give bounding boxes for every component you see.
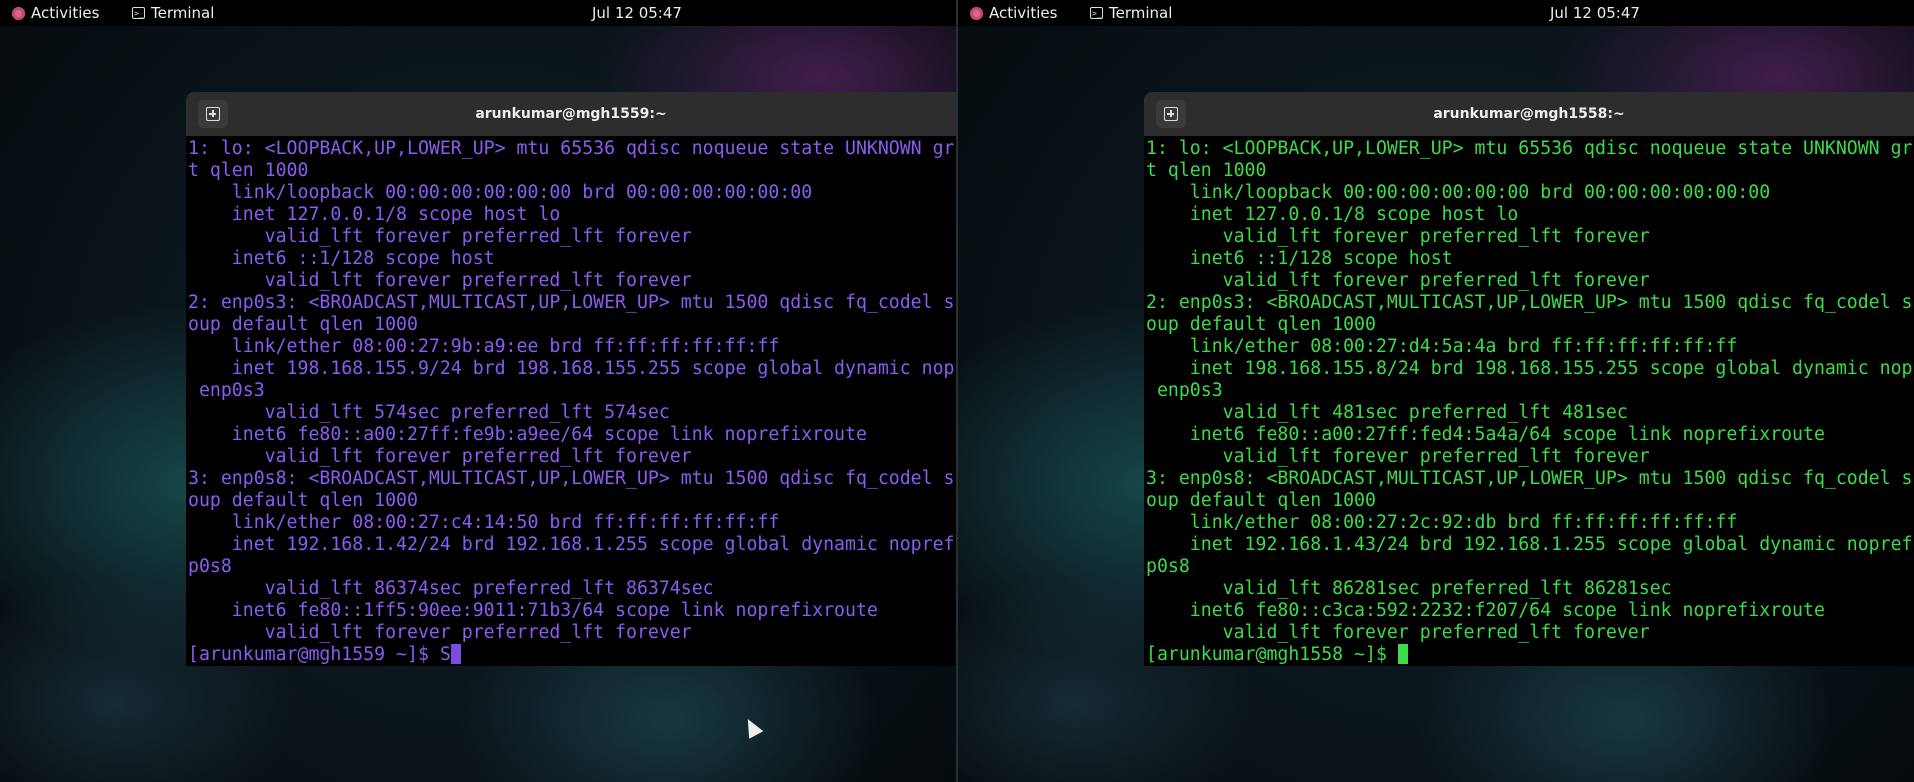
terminal-line: 2: enp0s3: <BROADCAST,MULTICAST,UP,LOWER…	[188, 292, 955, 313]
activities-button[interactable]: Activities	[970, 0, 1057, 26]
desktop-left: Activities >_ Terminal Jul 12 05:47 arun…	[0, 0, 956, 782]
terminal-line: inet 198.168.155.8/24 brd 198.168.155.25…	[1146, 358, 1913, 379]
app-menu-terminal[interactable]: >_ Terminal	[132, 0, 214, 26]
gnome-logo-icon	[12, 6, 25, 20]
activities-button[interactable]: Activities	[12, 0, 99, 26]
terminal-line: valid_lft 574sec preferred_lft 574sec	[188, 402, 670, 423]
terminal-line: link/ether 08:00:27:2c:92:db brd ff:ff:f…	[1146, 512, 1738, 533]
terminal-titlebar[interactable]: arunkumar@mgh1558:~	[1144, 92, 1914, 136]
terminal-line: inet 192.168.1.42/24 brd 192.168.1.255 s…	[188, 534, 955, 555]
terminal-icon: >_	[132, 7, 145, 19]
app-menu-terminal[interactable]: >_ Terminal	[1090, 0, 1172, 26]
terminal-line: link/ether 08:00:27:9b:a9:ee brd ff:ff:f…	[188, 336, 780, 357]
terminal-line: 3: enp0s8: <BROADCAST,MULTICAST,UP,LOWER…	[1146, 468, 1913, 489]
shell-prompt[interactable]: [arunkumar@mgh1558 ~]$	[1146, 644, 1914, 666]
terminal-line: 1: lo: <LOOPBACK,UP,LOWER_UP> mtu 65536 …	[188, 138, 955, 159]
terminal-line: valid_lft forever preferred_lft forever	[1146, 226, 1650, 247]
terminal-line: link/ether 08:00:27:c4:14:50 brd ff:ff:f…	[188, 512, 780, 533]
terminal-line: p0s8	[188, 556, 232, 577]
mouse-pointer-icon	[740, 715, 764, 739]
terminal-line: oup default qlen 1000	[188, 490, 418, 511]
terminal-line: enp0s3	[1146, 380, 1223, 401]
terminal-window-right[interactable]: arunkumar@mgh1558:~ 1: lo: <LOOPBACK,UP,…	[1144, 92, 1914, 666]
terminal-line: valid_lft forever preferred_lft forever	[188, 446, 692, 467]
top-bar-right: Activities >_ Terminal Jul 12 05:47	[958, 0, 1914, 26]
terminal-line: valid_lft 481sec preferred_lft 481sec	[1146, 402, 1628, 423]
terminal-line: oup default qlen 1000	[188, 314, 418, 335]
terminal-line: valid_lft forever preferred_lft forever	[188, 622, 692, 643]
terminal-output[interactable]: 1: lo: <LOOPBACK,UP,LOWER_UP> mtu 65536 …	[1146, 138, 1914, 666]
text-cursor	[450, 644, 461, 664]
terminal-line: t qlen 1000	[1146, 160, 1267, 181]
terminal-line: inet6 fe80::1ff5:90ee:9011:71b3/64 scope…	[188, 600, 878, 621]
terminal-window-left[interactable]: arunkumar@mgh1559:~ 1: lo: <LOOPBACK,UP,…	[186, 92, 956, 666]
shell-prompt[interactable]: [arunkumar@mgh1559 ~]$ S	[188, 644, 956, 666]
terminal-line: inet6 fe80::a00:27ff:fed4:5a4a/64 scope …	[1146, 424, 1825, 445]
terminal-line: p0s8	[1146, 556, 1190, 577]
terminal-line: 3: enp0s8: <BROADCAST,MULTICAST,UP,LOWER…	[188, 468, 955, 489]
terminal-line: valid_lft forever preferred_lft forever	[188, 270, 692, 291]
app-menu-label: Terminal	[1109, 4, 1173, 22]
terminal-line: inet6 fe80::c3ca:592:2232:f207/64 scope …	[1146, 600, 1825, 621]
terminal-line: link/loopback 00:00:00:00:00:00 brd 00:0…	[1146, 182, 1771, 203]
gnome-logo-icon	[970, 6, 983, 20]
desktop-right: Activities >_ Terminal Jul 12 05:47 arun…	[958, 0, 1914, 782]
terminal-line: valid_lft forever preferred_lft forever	[1146, 270, 1650, 291]
activities-label: Activities	[31, 4, 100, 22]
terminal-icon: >_	[1090, 7, 1103, 19]
terminal-line: valid_lft 86374sec preferred_lft 86374se…	[188, 578, 714, 599]
terminal-line: 1: lo: <LOOPBACK,UP,LOWER_UP> mtu 65536 …	[1146, 138, 1913, 159]
terminal-line: valid_lft forever preferred_lft forever	[1146, 446, 1650, 467]
terminal-line: valid_lft forever preferred_lft forever	[188, 226, 692, 247]
terminal-line: oup default qlen 1000	[1146, 314, 1376, 335]
clock[interactable]: Jul 12 05:47	[592, 0, 682, 26]
terminal-titlebar[interactable]: arunkumar@mgh1559:~	[186, 92, 956, 136]
activities-label: Activities	[989, 4, 1058, 22]
terminal-line: enp0s3	[188, 380, 265, 401]
clock[interactable]: Jul 12 05:47	[1550, 0, 1640, 26]
terminal-line: inet 192.168.1.43/24 brd 192.168.1.255 s…	[1146, 534, 1913, 555]
top-bar-left: Activities >_ Terminal Jul 12 05:47	[0, 0, 956, 26]
terminal-line: 2: enp0s3: <BROADCAST,MULTICAST,UP,LOWER…	[1146, 292, 1913, 313]
prompt-text: [arunkumar@mgh1559 ~]$ S	[188, 644, 451, 665]
terminal-line: valid_lft forever preferred_lft forever	[1146, 622, 1650, 643]
terminal-line: inet 127.0.0.1/8 scope host lo	[188, 204, 561, 225]
prompt-text: [arunkumar@mgh1558 ~]$	[1146, 644, 1398, 665]
app-menu-label: Terminal	[151, 4, 215, 22]
terminal-line: inet 127.0.0.1/8 scope host lo	[1146, 204, 1519, 225]
text-cursor	[1397, 644, 1408, 664]
terminal-line: t qlen 1000	[188, 160, 309, 181]
terminal-line: inet 198.168.155.9/24 brd 198.168.155.25…	[188, 358, 955, 379]
terminal-line: inet6 ::1/128 scope host	[188, 248, 495, 269]
terminal-line: inet6 ::1/128 scope host	[1146, 248, 1453, 269]
window-title: arunkumar@mgh1559:~	[475, 106, 667, 122]
terminal-line: link/ether 08:00:27:d4:5a:4a brd ff:ff:f…	[1146, 336, 1738, 357]
terminal-line: link/loopback 00:00:00:00:00:00 brd 00:0…	[188, 182, 813, 203]
terminal-line: inet6 fe80::a00:27ff:fe9b:a9ee/64 scope …	[188, 424, 867, 445]
window-title: arunkumar@mgh1558:~	[1433, 106, 1625, 122]
terminal-output[interactable]: 1: lo: <LOOPBACK,UP,LOWER_UP> mtu 65536 …	[188, 138, 956, 666]
terminal-line: valid_lft 86281sec preferred_lft 86281se…	[1146, 578, 1672, 599]
terminal-line: oup default qlen 1000	[1146, 490, 1376, 511]
